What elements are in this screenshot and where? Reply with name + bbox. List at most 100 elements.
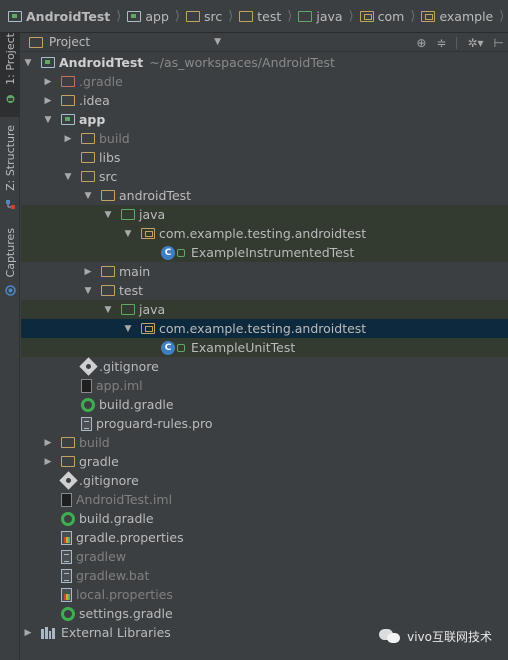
class-icon: C <box>161 245 175 260</box>
tab-structure[interactable]: Z: Structure <box>0 125 20 213</box>
tree-node[interactable]: ▶ .gradle <box>21 72 508 91</box>
collapse-arrow-icon[interactable]: ▶ <box>81 267 95 277</box>
tree-node[interactable]: ▼ com.example.testing.androidtest <box>21 224 508 243</box>
tree-node-label: proguard-rules.pro <box>96 416 213 431</box>
folder-icon <box>239 10 254 22</box>
tree-node[interactable]: ▼ java <box>21 300 508 319</box>
tree-node[interactable]: ▶settings.gradle <box>21 604 508 623</box>
wechat-logo-icon <box>379 627 401 645</box>
package-icon <box>359 10 374 22</box>
module-folder-icon <box>61 114 75 125</box>
expand-arrow-icon[interactable]: ▼ <box>121 324 135 334</box>
folder-icon <box>61 95 75 106</box>
breadcrumb-item[interactable]: test <box>235 4 285 28</box>
tree-node[interactable]: ▶AndroidTest.iml <box>21 490 508 509</box>
breadcrumb-item[interactable]: java <box>294 4 346 28</box>
breadcrumb-separator-icon: ⟩ <box>228 8 234 24</box>
folder-icon <box>81 133 95 144</box>
class-icon: C <box>161 340 175 355</box>
breadcrumb-item[interactable]: src <box>182 4 226 28</box>
breadcrumb-separator-icon: ⟩ <box>348 8 354 24</box>
tree-node-label: build <box>99 131 130 146</box>
expand-arrow-icon[interactable]: ▼ <box>101 210 115 220</box>
project-view-icon <box>29 36 43 48</box>
collapse-arrow-icon[interactable]: ▶ <box>41 457 55 467</box>
breadcrumb-label: AndroidTest <box>26 8 111 24</box>
breadcrumb-label: java <box>316 8 343 24</box>
tree-node-label: .gitignore <box>99 359 159 374</box>
collapse-arrow-icon[interactable]: ▶ <box>41 96 55 106</box>
tree-node[interactable]: ▼ app <box>21 110 508 129</box>
tree-node-label: AndroidTest <box>59 55 144 70</box>
tree-node[interactable]: ▶local.properties <box>21 585 508 604</box>
tree-node[interactable]: ▼ AndroidTest ~/as_workspaces/AndroidTest <box>21 53 508 72</box>
package-icon <box>421 10 436 22</box>
tab-project[interactable]: 1: Project <box>0 33 20 117</box>
breadcrumb-label: com <box>377 8 405 24</box>
folder-icon <box>101 190 115 201</box>
collapse-arrow-icon[interactable]: ▶ <box>61 134 75 144</box>
collapse-arrow-icon[interactable]: ▶ <box>41 77 55 87</box>
tree-node[interactable]: ▶proguard-rules.pro <box>21 414 508 433</box>
tree-node[interactable]: ▶.gitignore <box>21 357 508 376</box>
tab-captures[interactable]: Captures <box>0 228 20 300</box>
tree-node[interactable]: ▶gradle.properties <box>21 528 508 547</box>
project-view-selector[interactable]: Project ▼ <box>29 34 221 50</box>
expand-arrow-icon[interactable]: ▼ <box>81 286 95 296</box>
tree-node[interactable]: ▶gradlew.bat <box>21 566 508 585</box>
camera-icon <box>4 285 16 297</box>
lock-icon <box>177 343 185 352</box>
tree-node[interactable]: ▼ test <box>21 281 508 300</box>
source-folder-icon <box>121 209 135 220</box>
project-tree: ▼ AndroidTest ~/as_workspaces/AndroidTest ▶… <box>21 53 508 660</box>
tree-node[interactable]: ▶ main <box>21 262 508 281</box>
tree-node[interactable]: ▶build.gradle <box>21 509 508 528</box>
tree-node[interactable]: ▶CExampleInstrumentedTest <box>21 243 508 262</box>
tree-node-label: app.iml <box>96 378 143 393</box>
collapse-arrow-icon[interactable]: ▶ <box>41 438 55 448</box>
breadcrumb-label: example <box>439 8 494 24</box>
library-icon <box>41 626 55 639</box>
target-icon[interactable]: ⊕ <box>416 36 426 50</box>
breadcrumb-separator-icon: ⟩ <box>174 8 180 24</box>
tab-project-label: 1: Project <box>3 33 17 85</box>
tree-node[interactable]: ▶gradlew <box>21 547 508 566</box>
tree-node[interactable]: ▶.gitignore <box>21 471 508 490</box>
collapse-icon[interactable]: ≑ <box>436 36 446 50</box>
expand-arrow-icon[interactable]: ▼ <box>121 229 135 239</box>
collapse-arrow-icon[interactable]: ▶ <box>21 628 35 638</box>
gradle-icon <box>61 511 75 526</box>
tree-node[interactable]: ▶app.iml <box>21 376 508 395</box>
tree-node-label: java <box>139 207 166 222</box>
breadcrumb-item[interactable]: com <box>356 4 409 28</box>
tree-node[interactable]: ▼ src <box>21 167 508 186</box>
package-icon <box>141 228 155 239</box>
tree-node[interactable]: ▶ build <box>21 433 508 452</box>
breadcrumb-label: app <box>145 8 169 24</box>
tree-node-label: com.example.testing.androidtest <box>159 226 367 241</box>
tree-node[interactable]: ▶libs <box>21 148 508 167</box>
tree-node[interactable]: ▶CExampleUnitTest <box>21 338 508 357</box>
tree-node[interactable]: ▶build.gradle <box>21 395 508 414</box>
expand-arrow-icon[interactable]: ▼ <box>21 58 35 68</box>
expand-arrow-icon[interactable]: ▼ <box>101 305 115 315</box>
expand-arrow-icon[interactable]: ▼ <box>41 115 55 125</box>
tree-node-label: ExampleUnitTest <box>191 340 296 355</box>
tree-node[interactable]: ▼ androidTest <box>21 186 508 205</box>
tree-node-label: External Libraries <box>61 625 171 640</box>
breadcrumb-item[interactable]: example <box>417 4 497 28</box>
tree-node[interactable]: ▼ java <box>21 205 508 224</box>
tree-node-label: gradle.properties <box>76 530 184 545</box>
breadcrumb-item[interactable]: app <box>123 4 173 28</box>
tree-node[interactable]: ▶ gradle <box>21 452 508 471</box>
expand-arrow-icon[interactable]: ▼ <box>61 172 75 182</box>
expand-arrow-icon[interactable]: ▼ <box>81 191 95 201</box>
hide-icon[interactable]: ⊢ <box>494 36 504 50</box>
tree-node[interactable]: ▶ build <box>21 129 508 148</box>
watermark-text: vivo互联网技术 <box>407 629 492 644</box>
tree-node[interactable]: ▼ com.example.testing.androidtest <box>21 319 508 338</box>
breadcrumb-item[interactable]: AndroidTest <box>4 4 114 28</box>
tree-node-label: settings.gradle <box>79 606 173 621</box>
tree-node[interactable]: ▶ .idea <box>21 91 508 110</box>
gear-icon[interactable]: ✲▾ <box>467 36 483 50</box>
